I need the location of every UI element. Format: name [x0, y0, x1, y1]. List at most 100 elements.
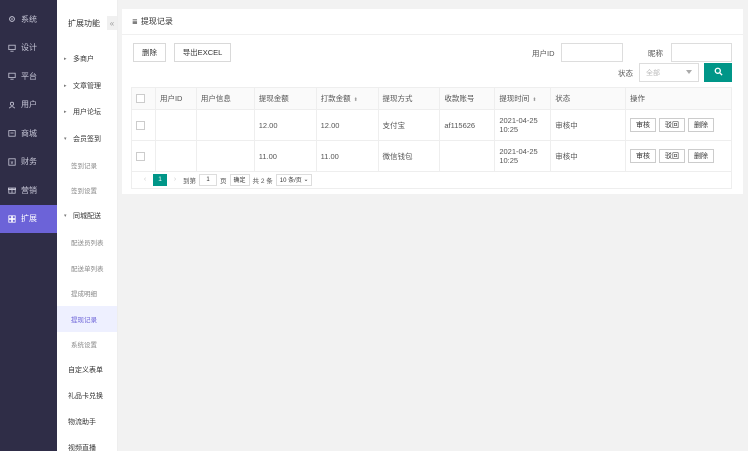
- reject-button[interactable]: 驳回: [659, 149, 686, 163]
- chevron-down-icon: ▾: [64, 213, 67, 220]
- nav-item-custom-form[interactable]: 自定义表单: [57, 357, 117, 383]
- uid-input[interactable]: [561, 43, 623, 62]
- nav-item-logistics[interactable]: 物流助手: [57, 409, 117, 435]
- header-uid: 用户ID: [154, 87, 197, 110]
- nav-item-label: 商城: [21, 128, 37, 138]
- secondary-sidebar-title-text: 扩展功能: [68, 18, 100, 28]
- review-button[interactable]: 审核: [630, 118, 657, 132]
- header-paid[interactable]: 打款金额 ⬍: [315, 87, 379, 110]
- export-excel-button[interactable]: 导出EXCEL: [174, 43, 231, 62]
- select-all-checkbox[interactable]: [136, 94, 145, 104]
- secondary-sidebar: 扩展功能 « ▸ 多商户 ▸ 文章管理 ▸ 用户论坛 ▾ 会员签到 签到记录 签到设置 …: [57, 0, 118, 451]
- gear-icon: [7, 15, 16, 24]
- header-paid-text: 打款金额: [320, 94, 351, 103]
- chevron-right-icon: ▸: [64, 82, 67, 89]
- nav-group-label: 同城配送: [73, 213, 101, 221]
- row-delete-button[interactable]: 删除: [688, 118, 715, 132]
- list-icon: ≣: [132, 18, 138, 26]
- nickname-input[interactable]: [671, 43, 732, 62]
- current-page[interactable]: 1: [153, 173, 167, 186]
- nav-group-label: 会员签到: [73, 135, 101, 143]
- chevron-right-icon: ▸: [64, 109, 67, 116]
- nav-group-signin[interactable]: ▾ 会员签到: [57, 126, 117, 153]
- next-page-icon[interactable]: ›: [170, 176, 180, 183]
- nav-item-user[interactable]: 用户: [0, 91, 57, 120]
- cell-method: 微信钱包: [377, 140, 441, 172]
- cell-method: 支付宝: [377, 109, 441, 141]
- nav-item-live[interactable]: 视频直播: [57, 435, 117, 451]
- cell-ops: 审核 驳回 删除: [625, 109, 732, 141]
- secondary-sidebar-title: 扩展功能 «: [57, 0, 117, 46]
- nav-group-label: 用户论坛: [73, 109, 101, 117]
- nav-item-finance[interactable]: ¥ 财务: [0, 148, 57, 177]
- user-icon: [7, 100, 16, 109]
- review-button[interactable]: 审核: [630, 149, 657, 163]
- monitor-icon: [7, 43, 16, 52]
- nav-group-label: 文章管理: [73, 82, 101, 90]
- cell-account: [439, 140, 496, 172]
- nav-sub-sign-records[interactable]: 签到记录: [57, 152, 117, 178]
- nav-sub-delivery-orders[interactable]: 配送单列表: [57, 255, 117, 281]
- cell-ops: 审核 驳回 删除: [625, 140, 732, 172]
- svg-text:¥: ¥: [10, 160, 13, 166]
- nav-item-label: 用户: [21, 100, 37, 110]
- nav-sub-withdraw-records[interactable]: 提现记录: [57, 306, 117, 332]
- header-user-info: 用户信息: [195, 87, 255, 110]
- cell-uid: [154, 109, 197, 141]
- cell-status: 审核中: [550, 140, 627, 172]
- cell-uid: [154, 140, 197, 172]
- nav-sub-courier-list[interactable]: 配送员列表: [57, 230, 117, 256]
- gift-icon: [7, 186, 16, 195]
- delete-button[interactable]: 删除: [133, 43, 166, 62]
- nav-sub-commission-details[interactable]: 提成明细: [57, 281, 117, 307]
- nav-group-delivery[interactable]: ▾ 同城配送: [57, 203, 117, 230]
- nav-item-platform[interactable]: 平台: [0, 62, 57, 91]
- reject-button[interactable]: 驳回: [659, 118, 686, 132]
- nav-group-label: 多商户: [73, 56, 94, 64]
- cell-paid: 11.00: [315, 140, 379, 172]
- prev-page-icon[interactable]: ‹: [140, 176, 150, 183]
- table-header-row: 用户ID 用户信息 提现金额 打款金额 ⬍ 提现方式 收款账号 提现时间 ⬍ 状态 …: [131, 87, 732, 110]
- nav-item-label: 扩展: [21, 214, 37, 224]
- cell-paid: 12.00: [315, 109, 379, 141]
- nav-item-design[interactable]: 设计: [0, 34, 57, 63]
- header-time[interactable]: 提现时间 ⬍: [494, 87, 552, 110]
- status-label: 状态: [618, 69, 633, 78]
- header-amount: 提现金额: [253, 87, 317, 110]
- nav-sub-system-settings[interactable]: 系统设置: [57, 332, 117, 358]
- nav-item-marketing[interactable]: 营销: [0, 176, 57, 205]
- status-select[interactable]: 全部: [639, 63, 699, 82]
- sort-icon: ⬍: [353, 97, 358, 103]
- pagination: ‹ 1 › 到第 1 页 确定 共 2 条 10 条/页 ⌄: [131, 171, 732, 189]
- search-button[interactable]: [704, 63, 732, 82]
- nav-group-article[interactable]: ▸ 文章管理: [57, 73, 117, 100]
- sort-icon: ⬍: [532, 97, 537, 103]
- nav-item-extension[interactable]: 扩展: [0, 204, 57, 233]
- per-page-value: 10 条/页: [279, 178, 302, 184]
- monitor-icon: [7, 72, 16, 81]
- nav-item-system[interactable]: 系统: [0, 5, 57, 34]
- nav-item-label: 设计: [21, 43, 37, 53]
- chevron-down-icon: ▾: [64, 135, 67, 142]
- collapse-sidebar-button[interactable]: «: [107, 16, 117, 30]
- nav-sub-sign-settings[interactable]: 签到设置: [57, 178, 117, 204]
- goto-confirm-button[interactable]: 确定: [229, 173, 250, 186]
- goto-page-input[interactable]: 1: [199, 173, 217, 186]
- header-account: 收款账号: [439, 87, 496, 110]
- primary-sidebar: 系统 设计 平台 用户 商城 ¥ 财务 营销 扩展: [0, 0, 57, 451]
- page-title: ≣ 提现记录: [122, 9, 743, 35]
- row-checkbox[interactable]: [136, 151, 145, 161]
- total-count: 共 2 条: [252, 177, 273, 185]
- nav-group-merchant[interactable]: ▸ 多商户: [57, 46, 117, 73]
- per-page-select[interactable]: 10 条/页 ⌄: [275, 173, 313, 186]
- nav-group-forum[interactable]: ▸ 用户论坛: [57, 99, 117, 126]
- cell-amount: 11.00: [253, 140, 317, 172]
- nav-item-giftcard[interactable]: 礼品卡兑换: [57, 383, 117, 409]
- row-delete-button[interactable]: 删除: [688, 149, 715, 163]
- nav-item-shop[interactable]: 商城: [0, 119, 57, 148]
- cell-amount: 12.00: [253, 109, 317, 141]
- header-checkbox-cell: [131, 87, 156, 110]
- row-checkbox[interactable]: [136, 120, 145, 130]
- header-time-text: 提现时间: [499, 94, 530, 103]
- cell-account: af115626: [439, 109, 496, 141]
